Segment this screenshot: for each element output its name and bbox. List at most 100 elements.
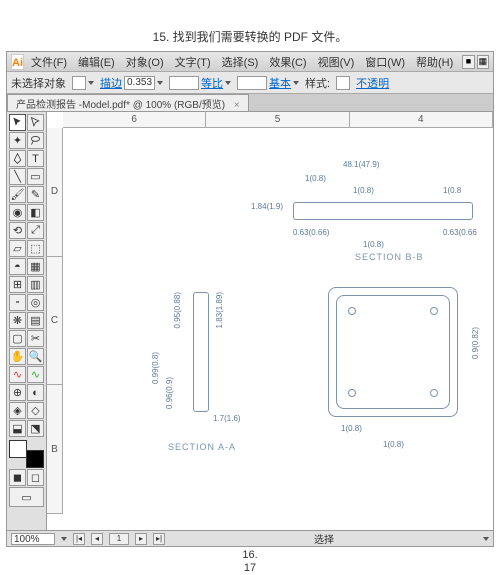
curve-tool-2[interactable]: ∿ [27, 366, 44, 383]
basic-menu-icon[interactable] [293, 81, 299, 85]
lasso-tool[interactable] [27, 132, 44, 149]
profile-dropdown[interactable] [169, 76, 199, 90]
dim-1-08-e: 1(0.8) [341, 424, 362, 433]
nav-prev[interactable]: ◂ [91, 533, 103, 545]
opacity-link[interactable]: 不透明 [356, 75, 389, 91]
hole-br [430, 389, 438, 397]
zoom-menu-icon[interactable] [61, 537, 67, 541]
foreground-swatch[interactable] [9, 440, 27, 458]
header-btn-1[interactable]: ■ [462, 55, 474, 69]
background-swatch[interactable] [26, 450, 44, 468]
live-paint-tool[interactable]: ◐ [27, 384, 44, 401]
dim-1-08-a: 1(0.8) [305, 174, 326, 183]
misc-tool-4[interactable]: ⬔ [27, 420, 44, 437]
menu-window[interactable]: 窗口(W) [360, 52, 410, 72]
shape-builder-tool[interactable]: ◓ [9, 258, 26, 275]
nav-next[interactable]: ▸ [135, 533, 147, 545]
page-footer: 16. 17 [0, 549, 500, 575]
menu-file[interactable]: 文件(F) [26, 52, 72, 72]
zoom-field[interactable]: 100% [11, 533, 55, 545]
dim-v-095: 0.95(0.88) [173, 292, 182, 328]
type-tool[interactable]: T [27, 150, 44, 167]
ruler-v-b: B [47, 385, 62, 514]
symbol-tool[interactable]: ⊕ [9, 384, 26, 401]
footer-17: 17 [0, 562, 500, 575]
misc-tool-1[interactable]: ◈ [9, 402, 26, 419]
brush-dropdown[interactable] [237, 76, 267, 90]
perspective-tool[interactable]: ▦ [27, 258, 44, 275]
pencil-tool[interactable]: ✎ [27, 186, 44, 203]
ruler-horizontal: 6 5 4 [63, 112, 493, 128]
page-caption: 15. 找到我们需要转换的 PDF 文件。 [0, 0, 500, 51]
menu-edit[interactable]: 编辑(E) [73, 52, 120, 72]
rectangle-tool[interactable]: ▭ [27, 168, 44, 185]
menu-select[interactable]: 选择(S) [217, 52, 264, 72]
tab-title: 产品检测报告 -Model.pdf* @ 100% (RGB/预览) [16, 100, 225, 111]
curve-tool-1[interactable]: ∿ [9, 366, 26, 383]
canvas[interactable]: 48.1(47.9) 1(0.8) 1(0.8) 1(0.8 1.84(1.9)… [63, 128, 493, 514]
line-tool[interactable]: ╲ [9, 168, 26, 185]
blob-brush-tool[interactable]: ◉ [9, 204, 26, 221]
direct-selection-tool[interactable] [27, 114, 44, 131]
width-tool[interactable]: ▱ [9, 240, 26, 257]
hole-bl [348, 389, 356, 397]
color-mode-1[interactable]: ◼ [9, 469, 26, 486]
menu-type[interactable]: 文字(T) [170, 52, 216, 72]
artboard-tool[interactable]: ▢ [9, 330, 26, 347]
misc-tool-2[interactable]: ◇ [27, 402, 44, 419]
header-btn-2[interactable]: ▦ [477, 55, 489, 69]
dim-v-096: 0.96(0.9) [165, 377, 174, 409]
fill-menu-icon[interactable] [88, 81, 94, 85]
stroke-link[interactable]: 描边 [100, 75, 122, 91]
symbol-sprayer-tool[interactable]: ❋ [9, 312, 26, 329]
nav-first[interactable]: |◂ [73, 533, 85, 545]
section-bb-part [293, 202, 473, 220]
close-icon[interactable]: × [234, 100, 240, 111]
pen-tool[interactable] [9, 150, 26, 167]
misc-tool-3[interactable]: ⬓ [9, 420, 26, 437]
color-mode-2[interactable]: ◻ [27, 469, 44, 486]
app-logo: Ai [11, 54, 24, 70]
document-tab[interactable]: 产品检测报告 -Model.pdf* @ 100% (RGB/预览) × [7, 94, 249, 111]
ruler-v-c: C [47, 257, 62, 386]
ruler-h-6: 6 [63, 112, 206, 127]
basic-link[interactable]: 基本 [269, 75, 291, 91]
fill-swatch[interactable] [72, 76, 86, 90]
mesh-tool[interactable]: ⊞ [9, 276, 26, 293]
screen-mode[interactable]: ▭ [9, 487, 44, 507]
selection-tool[interactable] [9, 114, 26, 131]
paintbrush-tool[interactable]: 🖌 [9, 186, 26, 203]
stroke-value[interactable]: 0.353 [124, 76, 155, 90]
graph-tool[interactable]: ▤ [27, 312, 44, 329]
section-bb-label: SECTION B-B [355, 252, 424, 262]
nav-last[interactable]: ▸| [153, 533, 165, 545]
status-tool-label: 选择 [171, 531, 477, 546]
zoom-tool[interactable]: 🔍 [27, 348, 44, 365]
menu-help[interactable]: 帮助(H) [411, 52, 458, 72]
eyedropper-tool[interactable]: ⁃ [9, 294, 26, 311]
magic-wand-tool[interactable]: ✦ [9, 132, 26, 149]
ruler-vertical: D C B [47, 128, 63, 514]
gradient-tool[interactable]: ▥ [27, 276, 44, 293]
slice-tool[interactable]: ✂ [27, 330, 44, 347]
app-header: Ai 文件(F) 编辑(E) 对象(O) 文字(T) 选择(S) 效果(C) 视… [7, 52, 493, 72]
eraser-tool[interactable]: ◧ [27, 204, 44, 221]
menu-effect[interactable]: 效果(C) [264, 52, 311, 72]
hole-tl [348, 307, 356, 315]
rotate-tool[interactable]: ⟲ [9, 222, 26, 239]
uniform-menu-icon[interactable] [225, 81, 231, 85]
free-transform-tool[interactable]: ⬚ [27, 240, 44, 257]
status-menu-icon[interactable] [483, 537, 489, 541]
style-dropdown[interactable] [336, 76, 350, 90]
blend-tool[interactable]: ◎ [27, 294, 44, 311]
nav-page[interactable]: 1 [109, 533, 129, 545]
scale-tool[interactable]: ⤢ [27, 222, 44, 239]
hand-tool[interactable]: ✋ [9, 348, 26, 365]
stroke-menu-icon[interactable] [157, 81, 163, 85]
hole-tr [430, 307, 438, 315]
color-swatches[interactable] [9, 440, 44, 468]
uniform-link[interactable]: 等比 [201, 75, 223, 91]
menu-object[interactable]: 对象(O) [121, 52, 169, 72]
menu-view[interactable]: 视图(V) [313, 52, 360, 72]
dim-v-09: 0.9(0.82) [471, 327, 480, 359]
